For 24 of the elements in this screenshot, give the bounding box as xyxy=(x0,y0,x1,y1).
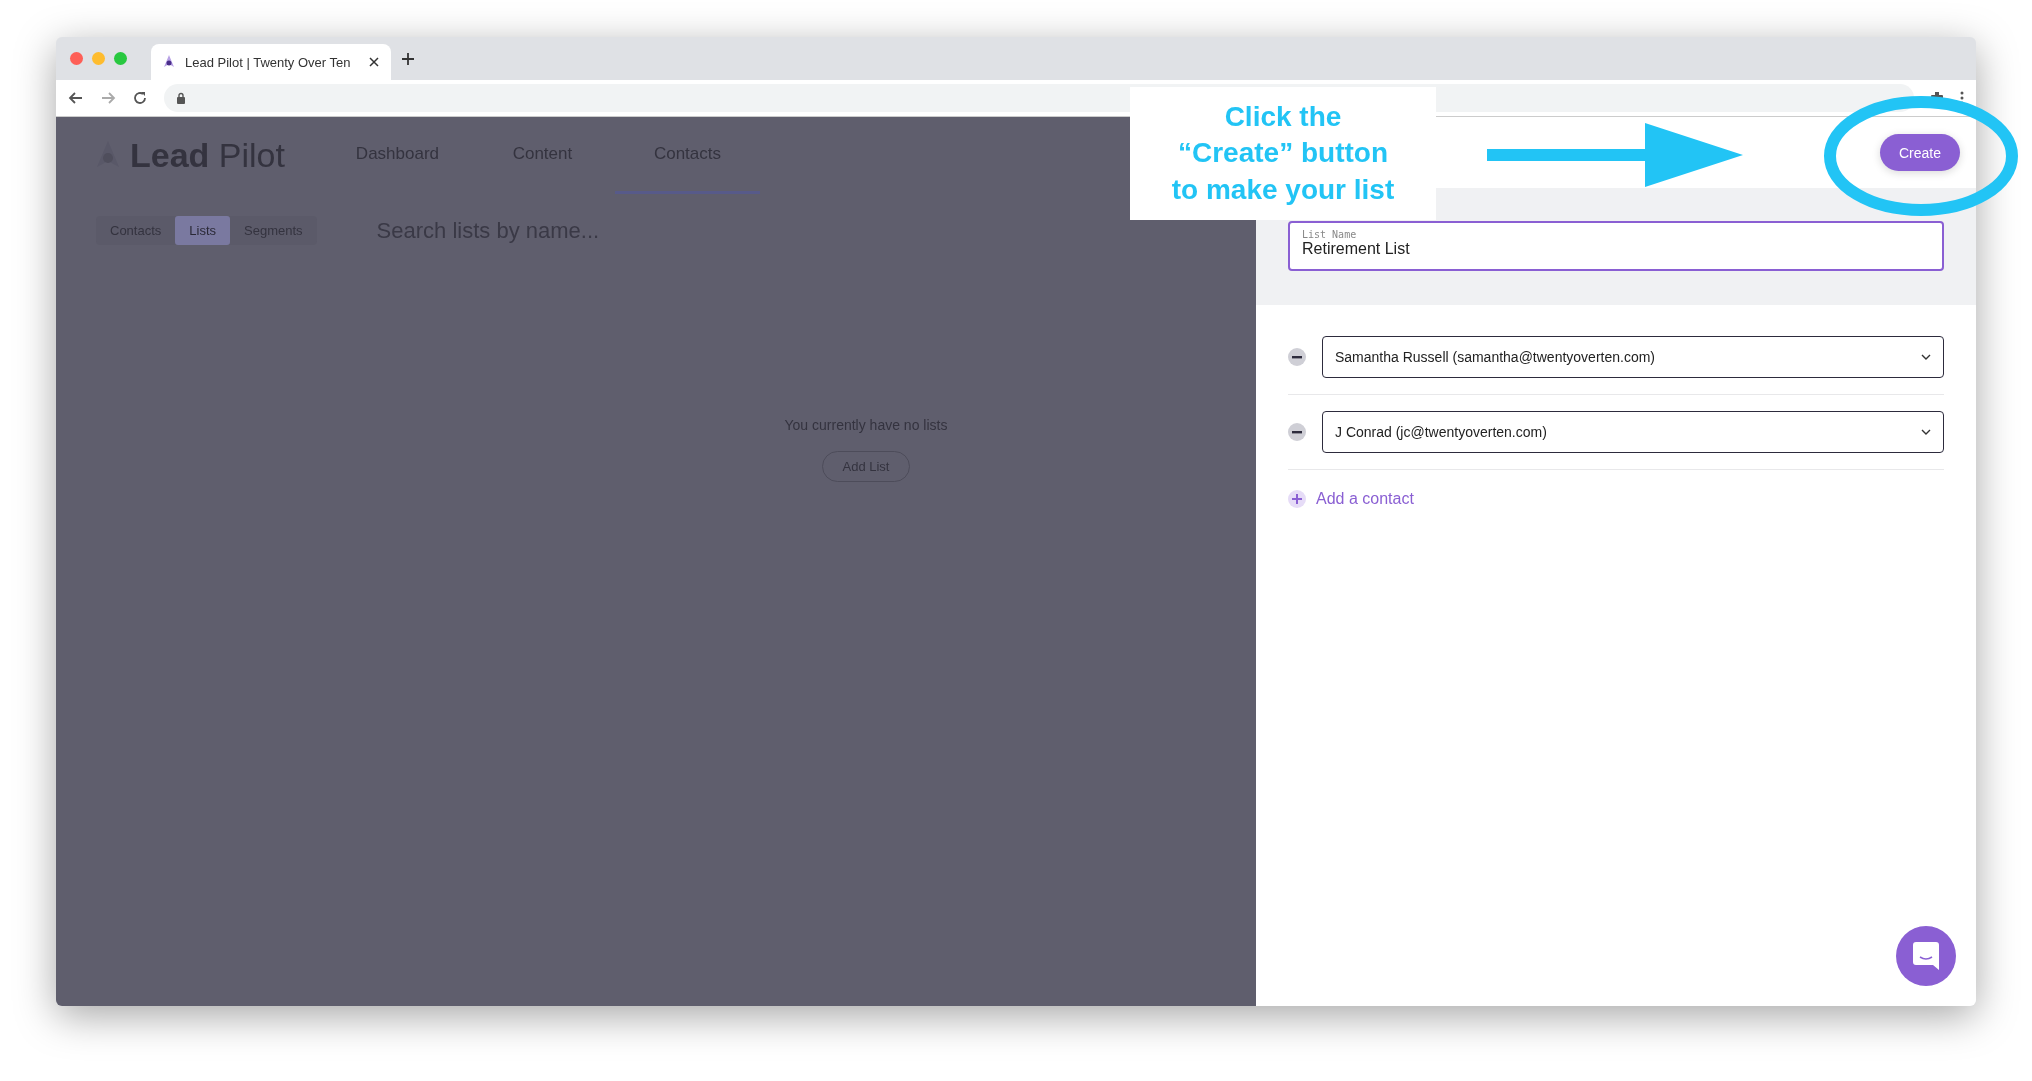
list-name-field[interactable]: List Name Retirement List xyxy=(1288,221,1944,271)
create-button[interactable]: Create xyxy=(1880,134,1960,171)
add-contact-link[interactable]: Add a contact xyxy=(1288,490,1944,508)
chat-icon xyxy=(1913,942,1939,970)
close-icon[interactable] xyxy=(369,57,379,67)
reload-icon[interactable] xyxy=(132,90,148,106)
back-icon[interactable] xyxy=(68,90,84,106)
chat-button[interactable] xyxy=(1896,926,1956,986)
sub-tab[interactable]: Lists xyxy=(175,216,231,245)
contact-select[interactable]: J Conrad (jc@twentyoverten.com) xyxy=(1322,411,1944,453)
callout-text: Click the “Create” button to make your list xyxy=(1170,99,1396,207)
rocket-icon xyxy=(163,55,175,69)
new-tab-icon[interactable] xyxy=(401,51,415,66)
browser-tab[interactable]: Lead Pilot | Twenty Over Ten xyxy=(151,44,391,80)
remove-icon[interactable] xyxy=(1288,423,1306,441)
lock-icon xyxy=(176,92,186,104)
remove-icon[interactable] xyxy=(1288,348,1306,366)
chevron-down-icon xyxy=(1921,429,1931,435)
chevron-down-icon xyxy=(1921,354,1931,360)
field-label: List Name xyxy=(1302,229,1358,240)
plus-icon xyxy=(1288,490,1306,508)
list-name-input[interactable]: Retirement List xyxy=(1302,240,1930,258)
contact-select[interactable]: Samantha Russell (samantha@twentyoverten.com) xyxy=(1322,336,1944,378)
tab-title: Lead Pilot | Twenty Over Ten xyxy=(185,54,352,70)
